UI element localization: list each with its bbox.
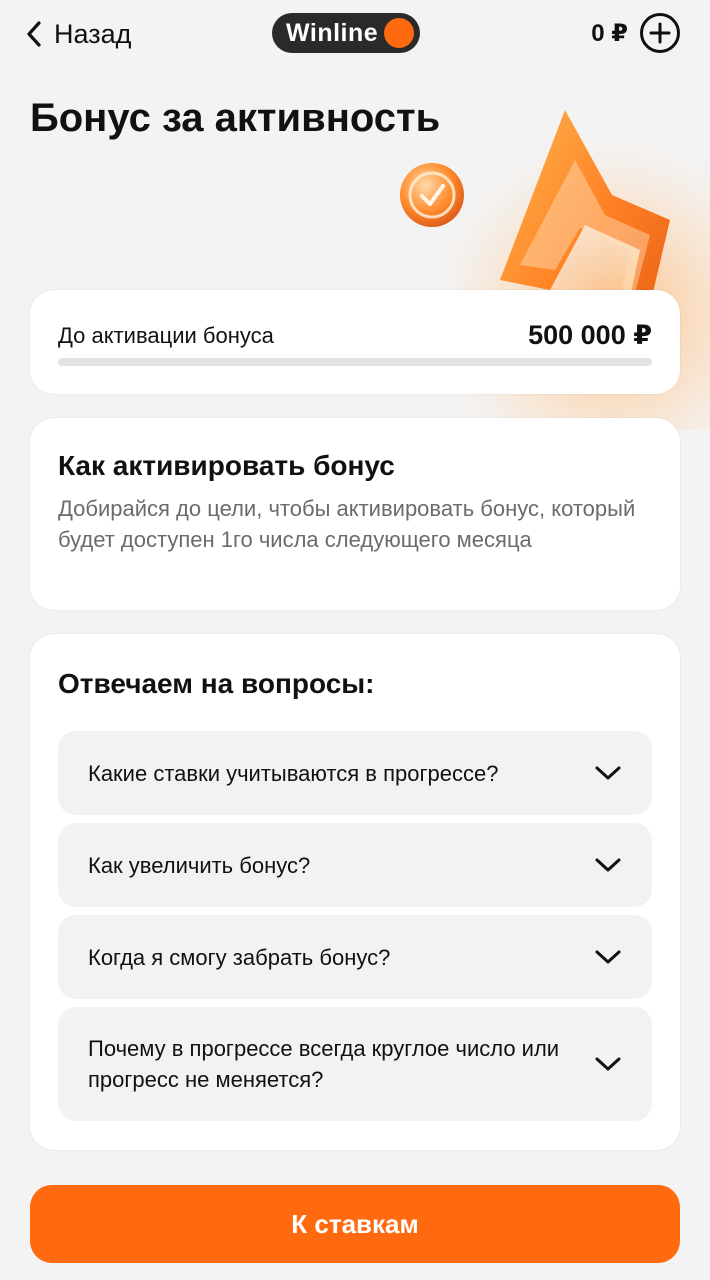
chevron-left-icon <box>27 21 41 47</box>
balance-amount: 0 ₽ <box>591 19 628 47</box>
back-button[interactable]: Назад <box>26 14 131 54</box>
top-bar: Назад Winline 0 ₽ <box>0 0 710 70</box>
to-bets-button[interactable]: К ставкам <box>30 1185 680 1263</box>
faq-item[interactable]: Когда я смогу забрать бонус? <box>58 915 652 999</box>
faq-question: Когда я смогу забрать бонус? <box>88 944 391 970</box>
faq-question: Какие ставки учитываются в прогрессе? <box>88 760 499 786</box>
faq-item[interactable]: Почему в прогрессе всегда круглое число … <box>58 1007 652 1121</box>
to-bets-label: К ставкам <box>291 1208 419 1239</box>
plus-icon <box>649 22 671 44</box>
progress-bar <box>58 358 652 366</box>
faq-card: Отвечаем на вопросы: Какие ставки учитыв… <box>30 634 680 1150</box>
chevron-down-icon <box>595 858 621 872</box>
logo-dot-icon <box>384 18 415 48</box>
progress-label: До активации бонуса <box>58 323 274 348</box>
info-title: Как активировать бонус <box>58 450 395 481</box>
faq-title: Отвечаем на вопросы: <box>58 668 375 699</box>
back-label: Назад <box>54 18 132 49</box>
faq-item[interactable]: Как увеличить бонус? <box>58 823 652 907</box>
add-funds-button[interactable] <box>640 13 680 53</box>
winline-logo: Winline <box>272 13 421 53</box>
bonus-progress-card: До активации бонуса 500 000 ₽ <box>30 290 680 394</box>
page-title: Бонус за активность <box>30 96 441 140</box>
faq-question: Почему в прогрессе всегда круглое число … <box>88 1036 560 1092</box>
balance: 0 ₽ <box>591 12 680 54</box>
faq-item[interactable]: Какие ставки учитываются в прогрессе? <box>58 731 652 815</box>
chevron-down-icon <box>595 766 621 780</box>
logo-text: Winline <box>286 18 379 47</box>
chevron-down-icon <box>595 950 621 964</box>
how-to-activate-card: Как активировать бонус Добирайся до цели… <box>30 418 680 610</box>
progress-target: 500 000 ₽ <box>528 320 652 350</box>
chevron-down-icon <box>595 1057 621 1071</box>
faq-question: Как увеличить бонус? <box>88 852 311 878</box>
info-text: Добирайся до цели, чтобы активировать бо… <box>58 496 636 552</box>
